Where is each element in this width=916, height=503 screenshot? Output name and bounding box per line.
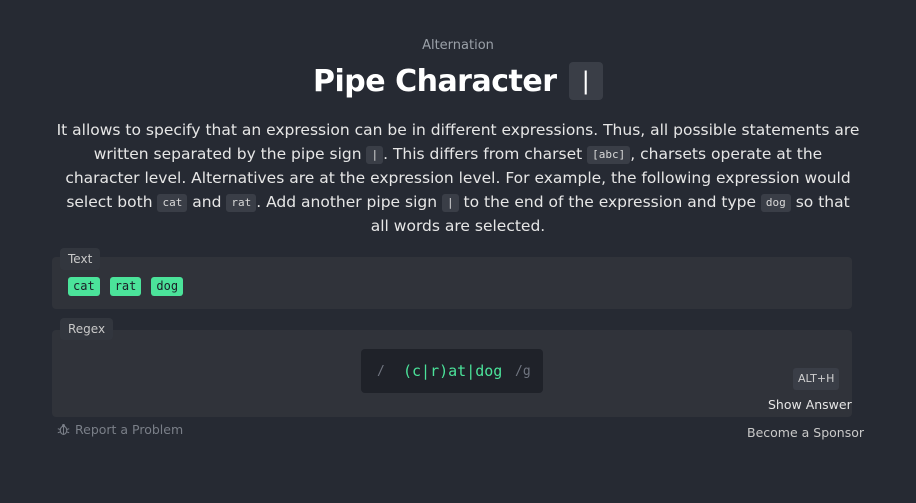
page-title: Pipe Character [313, 63, 557, 99]
inline-code: cat [157, 194, 188, 212]
regex-input[interactable]: (c|r)at|dog [403, 362, 502, 380]
lesson-category: Alternation [422, 38, 494, 53]
text-panel-label: Text [60, 248, 101, 270]
desc-text: . This differs from charset [383, 145, 588, 163]
match-highlight: cat [68, 277, 100, 296]
report-problem-link[interactable]: Report a Problem [57, 422, 183, 437]
bug-icon [57, 423, 70, 435]
report-label: Report a Problem [75, 422, 184, 437]
desc-text: and [187, 193, 227, 211]
inline-code: [abc] [587, 146, 631, 164]
inline-code: rat [226, 194, 257, 212]
title-code-badge: | [568, 62, 603, 100]
regex-input-box[interactable]: / (c|r)at|dog /g [361, 349, 543, 393]
regex-open-slash: / [377, 363, 385, 379]
regex-panel-label: Regex [60, 318, 114, 340]
desc-text: to the end of the expression and type [458, 193, 761, 211]
desc-text: . Add another pipe sign [256, 193, 442, 211]
shortcut-hint: ALT+H [793, 368, 840, 390]
title-row: Pipe Character | [0, 62, 916, 100]
match-highlight: rat [109, 277, 142, 296]
show-answer-button[interactable]: Show Answer [768, 397, 852, 412]
inline-code: | [366, 146, 384, 164]
lesson-description: It allows to specify that an expression … [55, 118, 861, 238]
match-list: cat rat dog [68, 277, 184, 296]
match-highlight: dog [151, 277, 184, 296]
regex-flags: /g [515, 363, 531, 379]
inline-code: | [441, 194, 459, 212]
sponsor-link[interactable]: Become a Sponsor [747, 425, 864, 440]
inline-code: dog [760, 194, 791, 212]
